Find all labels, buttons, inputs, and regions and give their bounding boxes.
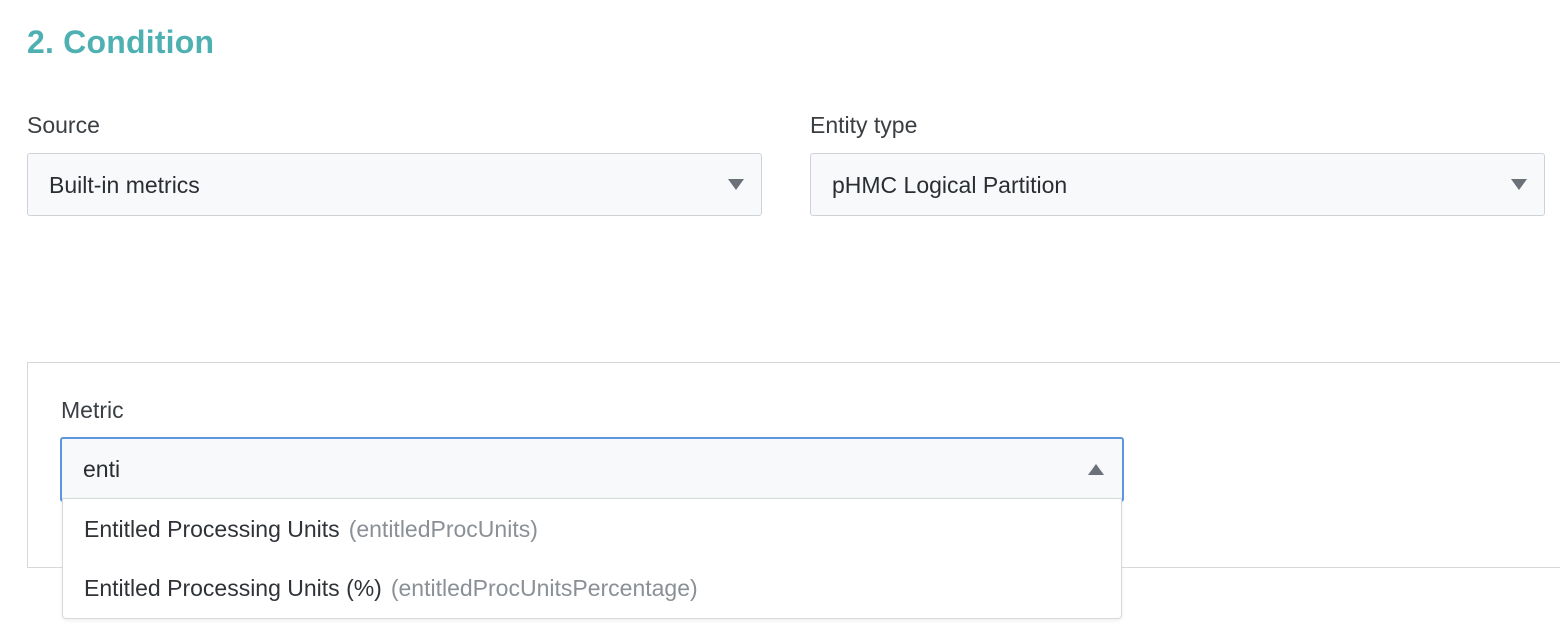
option-key: (entitledProcUnits) <box>348 515 538 542</box>
metric-dropdown-list: Entitled Processing Units (entitledProcU… <box>62 498 1122 619</box>
entity-type-label: Entity type <box>810 112 918 138</box>
condition-page: 2. Condition Source Built-in metrics Ent… <box>0 0 1560 636</box>
source-select-value: Built-in metrics <box>49 172 200 198</box>
entity-type-select-value: pHMC Logical Partition <box>832 172 1068 198</box>
option-name: Entitled Processing Units (%) <box>84 574 382 601</box>
chevron-up-icon[interactable] <box>1088 464 1104 475</box>
option-name: Entitled Processing Units <box>84 515 340 542</box>
metric-option-entitled-proc-units-percentage[interactable]: Entitled Processing Units (%) (entitledP… <box>63 559 1121 617</box>
metric-combobox[interactable] <box>60 437 1124 502</box>
chevron-down-icon <box>1511 179 1527 190</box>
section-title: 2. Condition <box>27 24 215 60</box>
option-key: (entitledProcUnitsPercentage) <box>390 574 698 601</box>
metric-label: Metric <box>61 397 124 423</box>
chevron-down-icon <box>728 179 744 190</box>
metric-search-input[interactable] <box>83 453 1043 485</box>
metric-option-entitled-proc-units[interactable]: Entitled Processing Units (entitledProcU… <box>63 500 1121 558</box>
source-label: Source <box>27 112 100 138</box>
source-select[interactable]: Built-in metrics <box>27 153 762 216</box>
entity-type-select[interactable]: pHMC Logical Partition <box>810 153 1545 216</box>
